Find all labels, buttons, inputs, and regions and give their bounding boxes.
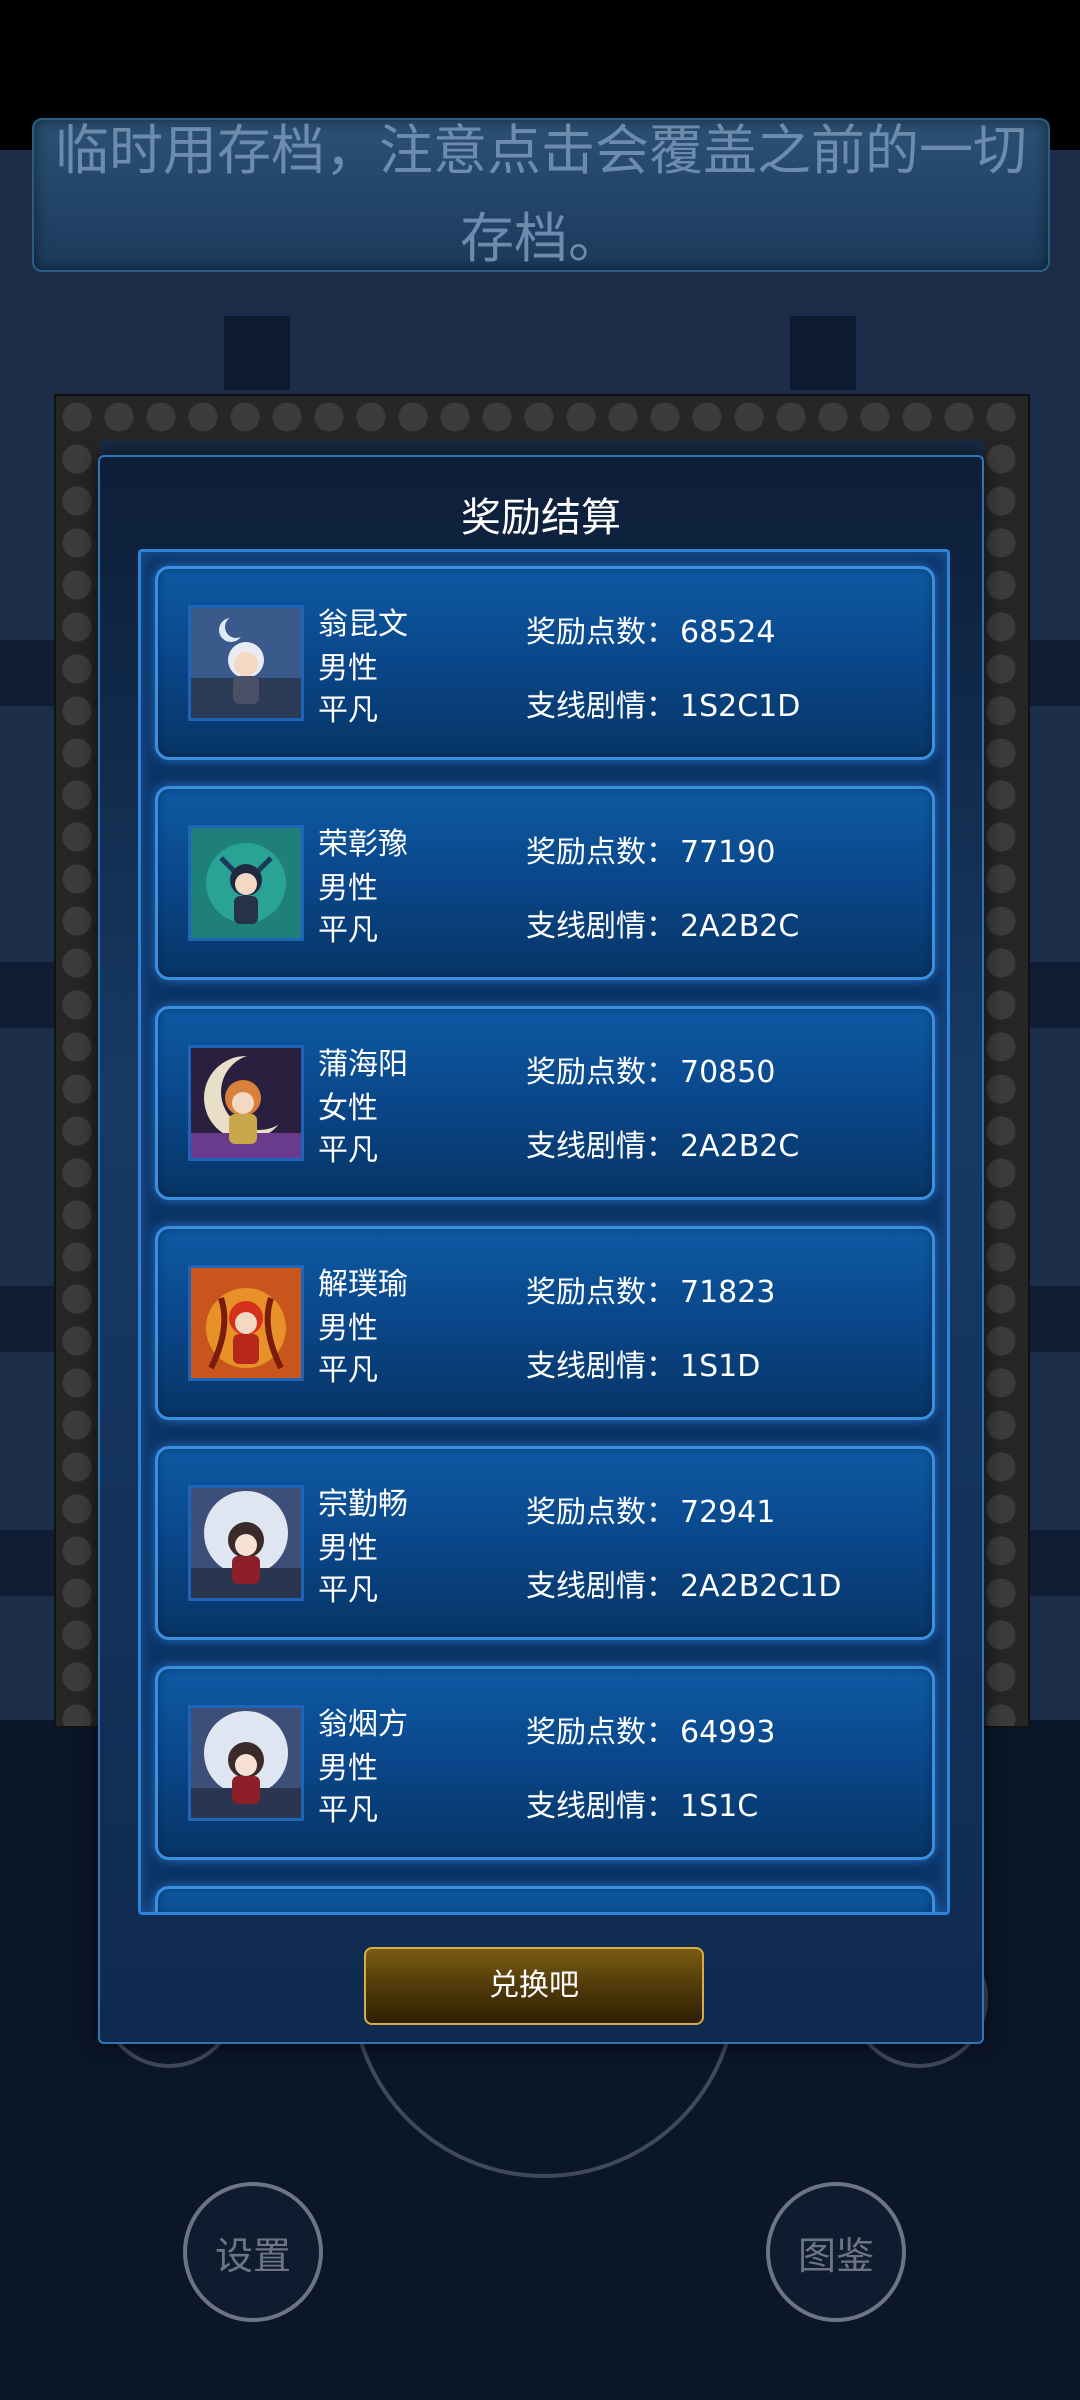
points-label: 奖励点数： bbox=[526, 835, 676, 870]
reward-card-partial bbox=[155, 1886, 935, 1912]
branch-story: 支线剧情： 1S1D bbox=[526, 1341, 760, 1385]
branch-story: 支线剧情： 1S1C bbox=[526, 1781, 758, 1825]
side-bar bbox=[1024, 640, 1080, 706]
branch-label: 支线剧情： bbox=[526, 1349, 676, 1384]
reward-card: 翁昆文 男性 平凡 奖励点数： 68524 支线剧情： 1S2C1D bbox=[155, 566, 935, 760]
player-gender: 男性 bbox=[318, 1531, 378, 1566]
side-bar bbox=[1024, 1530, 1080, 1596]
player-rank: 平凡 bbox=[318, 913, 378, 948]
player-rank: 平凡 bbox=[318, 1353, 378, 1388]
player-gender: 男性 bbox=[318, 871, 378, 906]
branch-value: 1S1C bbox=[680, 1789, 759, 1824]
branch-value: 2A2B2C bbox=[680, 1129, 800, 1164]
player-rank: 平凡 bbox=[318, 1573, 378, 1608]
points-value: 68524 bbox=[680, 615, 776, 650]
reward-points: 奖励点数： 77190 bbox=[526, 827, 775, 871]
branch-label: 支线剧情： bbox=[526, 909, 676, 944]
reward-card: 翁烟方 男性 平凡 奖励点数： 64993 支线剧情： 1S1C bbox=[155, 1666, 935, 1860]
reward-points: 奖励点数： 72941 bbox=[526, 1487, 775, 1531]
player-gender: 男性 bbox=[318, 1751, 378, 1786]
player-rank: 平凡 bbox=[318, 1793, 378, 1828]
save-notice-text: 临时用存档，注意点击会覆盖之前的一切存档。 bbox=[55, 119, 1027, 270]
horned-girl-avatar bbox=[188, 1485, 304, 1601]
side-bar bbox=[0, 1286, 56, 1352]
reward-card: 荣彰豫 男性 平凡 奖励点数： 77190 支线剧情： 2A2B2C bbox=[155, 786, 935, 980]
player-gender: 男性 bbox=[318, 651, 378, 686]
board-tab bbox=[224, 316, 290, 390]
player-gender: 男性 bbox=[318, 1311, 378, 1346]
codex-button[interactable]: 图鉴 bbox=[766, 2182, 906, 2322]
branch-value: 2A2B2C1D bbox=[680, 1569, 842, 1604]
side-bar bbox=[0, 1530, 56, 1596]
white-haired-knight-avatar bbox=[188, 605, 304, 721]
player-name: 翁昆文 bbox=[318, 607, 408, 642]
branch-value: 2A2B2C bbox=[680, 909, 800, 944]
player-name: 蒲海阳 bbox=[318, 1047, 408, 1082]
board-tab bbox=[790, 316, 856, 390]
reward-points: 奖励点数： 70850 bbox=[526, 1047, 775, 1091]
branch-label: 支线剧情： bbox=[526, 1129, 676, 1164]
side-bar bbox=[1024, 1286, 1080, 1352]
save-notice-button[interactable]: 临时用存档，注意点击会覆盖之前的一切存档。 bbox=[32, 118, 1050, 272]
redeem-button[interactable]: 兑换吧 bbox=[364, 1947, 704, 2025]
points-label: 奖励点数： bbox=[526, 1495, 676, 1530]
horned-girl-avatar bbox=[188, 1705, 304, 1821]
settings-button[interactable]: 设置 bbox=[183, 2182, 323, 2322]
branch-story: 支线剧情： 1S2C1D bbox=[526, 681, 800, 725]
player-rank: 平凡 bbox=[318, 693, 378, 728]
player-gender: 女性 bbox=[318, 1091, 378, 1126]
reward-card: 蒲海阳 女性 平凡 奖励点数： 70850 支线剧情： 2A2B2C bbox=[155, 1006, 935, 1200]
points-value: 71823 bbox=[680, 1275, 776, 1310]
dragon-boy-avatar bbox=[188, 825, 304, 941]
player-name: 翁烟方 bbox=[318, 1707, 408, 1742]
side-bar bbox=[0, 640, 56, 706]
points-label: 奖励点数： bbox=[526, 1275, 676, 1310]
branch-label: 支线剧情： bbox=[526, 1789, 676, 1824]
reward-points: 奖励点数： 64993 bbox=[526, 1707, 775, 1751]
points-value: 64993 bbox=[680, 1715, 776, 1750]
moon-girl-avatar bbox=[188, 1045, 304, 1161]
branch-story: 支线剧情： 2A2B2C bbox=[526, 901, 799, 945]
points-value: 72941 bbox=[680, 1495, 776, 1530]
branch-label: 支线剧情： bbox=[526, 689, 676, 724]
player-name: 荣彰豫 bbox=[318, 827, 408, 862]
points-label: 奖励点数： bbox=[526, 615, 676, 650]
codex-label: 图鉴 bbox=[797, 2233, 874, 2278]
branch-label: 支线剧情： bbox=[526, 1569, 676, 1604]
branch-value: 1S2C1D bbox=[680, 689, 801, 724]
branch-story: 支线剧情： 2A2B2C bbox=[526, 1121, 799, 1165]
points-value: 77190 bbox=[680, 835, 776, 870]
player-name: 宗勤畅 bbox=[318, 1487, 408, 1522]
dialog-title: 奖励结算 bbox=[461, 495, 621, 541]
branch-story: 支线剧情： 2A2B2C1D bbox=[526, 1561, 842, 1605]
reward-points: 奖励点数： 68524 bbox=[526, 607, 775, 651]
points-label: 奖励点数： bbox=[526, 1715, 676, 1750]
points-label: 奖励点数： bbox=[526, 1055, 676, 1090]
reward-card: 解璞瑜 男性 平凡 奖励点数： 71823 支线剧情： 1S1D bbox=[155, 1226, 935, 1420]
fire-spirit-avatar bbox=[188, 1265, 304, 1381]
settings-label: 设置 bbox=[214, 2233, 291, 2278]
player-name: 解璞瑜 bbox=[318, 1267, 408, 1302]
reward-card: 宗勤畅 男性 平凡 奖励点数： 72941 支线剧情： 2A2B2C1D bbox=[155, 1446, 935, 1640]
points-value: 70850 bbox=[680, 1055, 776, 1090]
side-bar bbox=[1024, 962, 1080, 1028]
player-rank: 平凡 bbox=[318, 1133, 378, 1168]
branch-value: 1S1D bbox=[680, 1349, 761, 1384]
reward-points: 奖励点数： 71823 bbox=[526, 1267, 775, 1311]
reward-settlement-dialog: 奖励结算 翁昆文 男性 平凡 奖励点数：68524 支线剧情：1S2C1D bbox=[98, 455, 984, 2044]
side-bar bbox=[0, 962, 56, 1028]
reward-list[interactable]: 翁昆文 男性 平凡 奖励点数： 68524 支线剧情： 1S2C1D 荣彰豫 男性 … bbox=[138, 549, 950, 1915]
